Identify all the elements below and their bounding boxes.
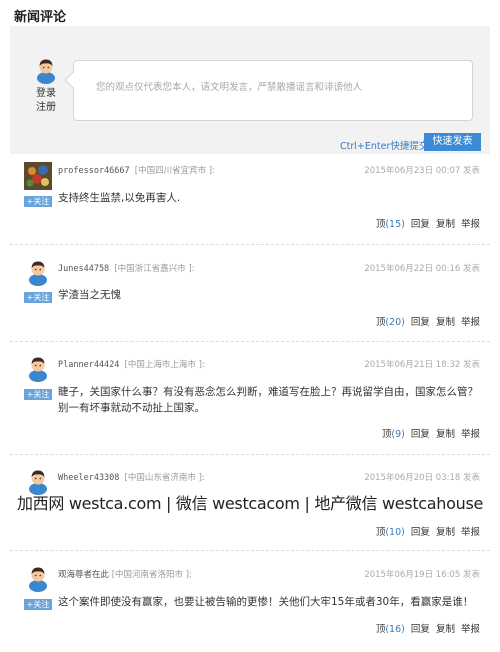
copy-button[interactable]: 复制 xyxy=(436,219,455,230)
reply-button[interactable]: 回复 xyxy=(411,527,430,538)
upvote-label: 顶 xyxy=(375,219,386,230)
comment-user: 观海尊者在此 [中国河南省洛阳市 ]: xyxy=(58,568,192,580)
upvote-button[interactable]: 顶(16) xyxy=(376,624,405,635)
upvote-button[interactable]: 顶(9) xyxy=(382,429,405,440)
upvote-button[interactable]: 顶(10) xyxy=(376,527,405,538)
login-area: 登录 注册 xyxy=(24,56,68,115)
avatar[interactable] xyxy=(24,258,52,286)
upvote-count: (15) xyxy=(385,219,405,230)
copy-button[interactable]: 复制 xyxy=(436,317,455,328)
divider xyxy=(10,550,490,551)
report-button[interactable]: 举报 xyxy=(461,317,480,328)
user-location: [中国上海市上海市 ]: xyxy=(124,360,205,370)
user-avatar-icon xyxy=(29,357,47,382)
reply-button[interactable]: 回复 xyxy=(411,317,430,328)
upvote-count: (9) xyxy=(391,429,405,440)
avatar[interactable] xyxy=(24,354,52,382)
user-avatar-icon xyxy=(29,567,47,592)
follow-button[interactable]: +关注 xyxy=(24,389,52,400)
avatar[interactable] xyxy=(24,564,52,592)
avatar[interactable] xyxy=(24,162,52,190)
comment-time: 2015年06月22日 00:16 发表 xyxy=(364,264,480,274)
user-location: [中国河南省洛阳市 ]: xyxy=(111,570,192,580)
upvote-count: (10) xyxy=(385,527,405,538)
follow-button[interactable]: +关注 xyxy=(24,292,52,303)
comment-time: 2015年06月20日 03:18 发表 xyxy=(364,473,480,483)
comment-item: +关注 professor46667 [中国四川省宜宾市 ]: 2015年06月… xyxy=(10,160,490,240)
username[interactable]: Junes44758 xyxy=(58,264,109,274)
comment-item: +关注 观海尊者在此 [中国河南省洛阳市 ]: 2015年06月19日 16:0… xyxy=(10,564,490,644)
shortcut-hint: Ctrl+Enter快捷提交 xyxy=(340,141,429,152)
comment-text: 学渣当之无愧 xyxy=(58,289,121,301)
user-location: [中国四川省宜宾市 ]: xyxy=(134,166,215,176)
user-avatar-icon xyxy=(29,261,47,286)
user-location: [中国浙江省嘉兴市 ]: xyxy=(114,264,195,274)
comment-user: professor46667 [中国四川省宜宾市 ]: xyxy=(58,164,215,176)
comment-actions: 顶(16) 回复 复制 举报 xyxy=(376,621,480,635)
register-link[interactable]: 注册 xyxy=(24,101,68,115)
reply-button[interactable]: 回复 xyxy=(411,624,430,635)
comment-text: 支持终生监禁,以免再害人. xyxy=(58,192,181,204)
upvote-count: (20) xyxy=(385,317,405,328)
comment-time: 2015年06月21日 18:32 发表 xyxy=(364,360,480,370)
report-button[interactable]: 举报 xyxy=(461,624,480,635)
upvote-count: (16) xyxy=(385,624,405,635)
comment-item: +关注 Planner44424 [中国上海市上海市 ]: 2015年06月21… xyxy=(10,354,490,450)
copy-button[interactable]: 复制 xyxy=(436,429,455,440)
reply-button[interactable]: 回复 xyxy=(411,429,430,440)
comment-actions: 顶(15) 回复 复制 举报 xyxy=(376,216,480,230)
upvote-label: 顶 xyxy=(375,317,386,328)
login-link[interactable]: 登录 xyxy=(24,87,68,101)
user-avatar-icon xyxy=(24,162,52,190)
comment-text: 这个案件即使没有赢家，也要让被告输的更惨！关他们大牢15年或者30年，看赢家是谁… xyxy=(58,596,474,608)
comment-item: +关注 Junes44758 [中国浙江省嘉兴市 ]: 2015年06月22日 … xyxy=(10,258,490,338)
username[interactable]: 观海尊者在此 xyxy=(58,570,109,580)
submit-button[interactable]: 快速发表 xyxy=(424,133,481,151)
divider xyxy=(10,341,490,342)
follow-button[interactable]: +关注 xyxy=(24,599,52,610)
follow-button[interactable]: +关注 xyxy=(24,196,52,207)
copy-button[interactable]: 复制 xyxy=(436,624,455,635)
reply-button[interactable]: 回复 xyxy=(411,219,430,230)
comment-time: 2015年06月23日 00:07 发表 xyxy=(364,166,480,176)
copy-button[interactable]: 复制 xyxy=(436,527,455,538)
report-button[interactable]: 举报 xyxy=(461,429,480,440)
comment-input-placeholder: 您的观点仅代表您本人，请文明发言，严禁散播谣言和诽谤他人 xyxy=(96,82,363,93)
comment-input[interactable]: 您的观点仅代表您本人，请文明发言，严禁散播谣言和诽谤他人 xyxy=(64,60,473,121)
comment-actions: 顶(20) 回复 复制 举报 xyxy=(376,314,480,328)
comment-user: Planner44424 [中国上海市上海市 ]: xyxy=(58,358,205,370)
username[interactable]: Wheeler43308 xyxy=(58,473,119,483)
comment-actions: 顶(9) 回复 复制 举报 xyxy=(382,426,480,440)
comment-compose-panel: 登录 注册 您的观点仅代表您本人，请文明发言，严禁散播谣言和诽谤他人 Ctrl+… xyxy=(10,26,490,154)
comment-time: 2015年06月19日 16:05 发表 xyxy=(364,570,480,580)
comment-user: Junes44758 [中国浙江省嘉兴市 ]: xyxy=(58,262,195,274)
report-button[interactable]: 举报 xyxy=(461,219,480,230)
watermark: 加西网 westca.com | 微信 westcacom | 地产微信 wes… xyxy=(16,494,484,513)
divider xyxy=(10,454,490,455)
upvote-button[interactable]: 顶(20) xyxy=(376,317,405,328)
comment-actions: 顶(10) 回复 复制 举报 xyxy=(376,524,480,538)
comment-user: Wheeler43308 [中国山东省济南市 ]: xyxy=(58,471,205,483)
upvote-label: 顶 xyxy=(375,624,386,635)
user-avatar-icon xyxy=(37,59,55,84)
upvote-label: 顶 xyxy=(375,527,386,538)
comment-text: 睫子，关国家什么事？有没有恶念怎么判断，难道写在脸上？再说留学自由，国家怎么管？… xyxy=(58,386,478,414)
user-location: [中国山东省济南市 ]: xyxy=(124,473,205,483)
username[interactable]: Planner44424 xyxy=(58,360,119,370)
divider xyxy=(10,244,490,245)
section-title: 新闻评论 xyxy=(14,10,67,25)
username[interactable]: professor46667 xyxy=(58,166,130,176)
report-button[interactable]: 举报 xyxy=(461,527,480,538)
upvote-label: 顶 xyxy=(381,429,392,440)
upvote-button[interactable]: 顶(15) xyxy=(376,219,405,230)
